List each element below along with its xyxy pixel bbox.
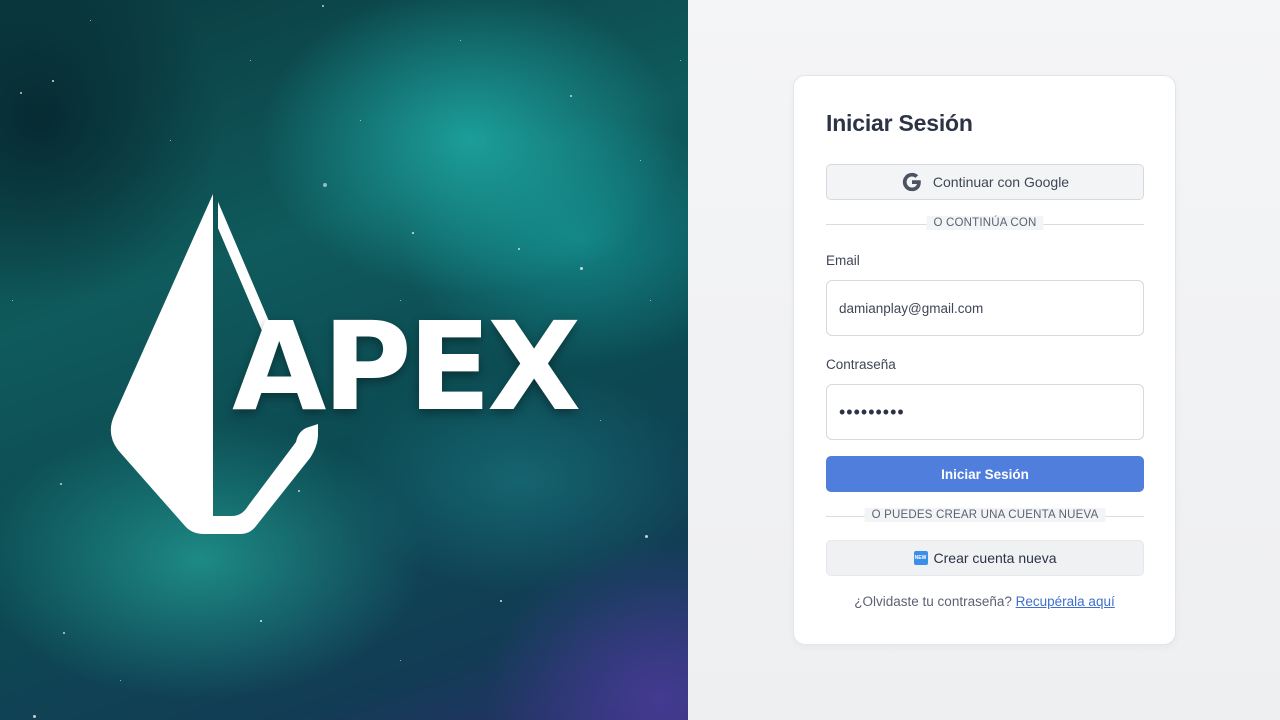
- brand-wordmark: APEX: [232, 296, 581, 438]
- star: [250, 60, 251, 61]
- star: [60, 483, 62, 485]
- star: [52, 80, 54, 82]
- create-account-button[interactable]: NEW Crear cuenta nueva: [826, 540, 1144, 576]
- star: [12, 300, 13, 301]
- divider-continue-text: O CONTINÚA CON: [926, 216, 1044, 230]
- page-title: Iniciar Sesión: [826, 110, 973, 136]
- star: [323, 183, 327, 187]
- star: [360, 120, 361, 121]
- star: [640, 160, 641, 161]
- star: [680, 60, 681, 61]
- star: [90, 20, 91, 21]
- star: [33, 715, 36, 718]
- forgot-password-text: ¿Olvidaste tu contraseña?: [854, 594, 1012, 609]
- create-account-label: Crear cuenta nueva: [933, 550, 1057, 566]
- star: [570, 95, 572, 97]
- star: [20, 92, 22, 94]
- star: [460, 40, 461, 41]
- divider-continue: O CONTINÚA CON: [826, 216, 1144, 232]
- google-login-button[interactable]: Continuar con Google: [826, 164, 1144, 200]
- password-label: Contraseña: [826, 357, 896, 372]
- star: [322, 5, 324, 7]
- star: [650, 300, 651, 301]
- star: [500, 600, 502, 602]
- recover-password-link[interactable]: Recupérala aquí: [1016, 594, 1115, 609]
- star: [260, 620, 262, 622]
- star: [63, 632, 65, 634]
- google-g-icon: [902, 172, 921, 192]
- forgot-password-row: ¿Olvidaste tu contraseña? Recupérala aqu…: [794, 594, 1175, 609]
- star: [120, 680, 121, 681]
- hero-panel: APEX: [0, 0, 688, 720]
- password-field[interactable]: [826, 384, 1144, 440]
- login-panel: Iniciar Sesión Continuar con Google O CO…: [688, 0, 1280, 720]
- email-label: Email: [826, 253, 860, 268]
- google-button-label: Continuar con Google: [932, 174, 1070, 190]
- login-submit-button[interactable]: Iniciar Sesión: [826, 456, 1144, 492]
- divider-create-text: O PUEDES CREAR UNA CUENTA NUEVA: [864, 508, 1106, 522]
- star: [600, 420, 601, 421]
- star: [400, 660, 401, 661]
- email-field[interactable]: [826, 280, 1144, 336]
- new-badge-icon: NEW: [913, 551, 928, 565]
- divider-create: O PUEDES CREAR UNA CUENTA NUEVA: [826, 508, 1144, 524]
- star: [170, 140, 171, 141]
- login-card: Iniciar Sesión Continuar con Google O CO…: [793, 75, 1176, 645]
- star: [645, 535, 648, 538]
